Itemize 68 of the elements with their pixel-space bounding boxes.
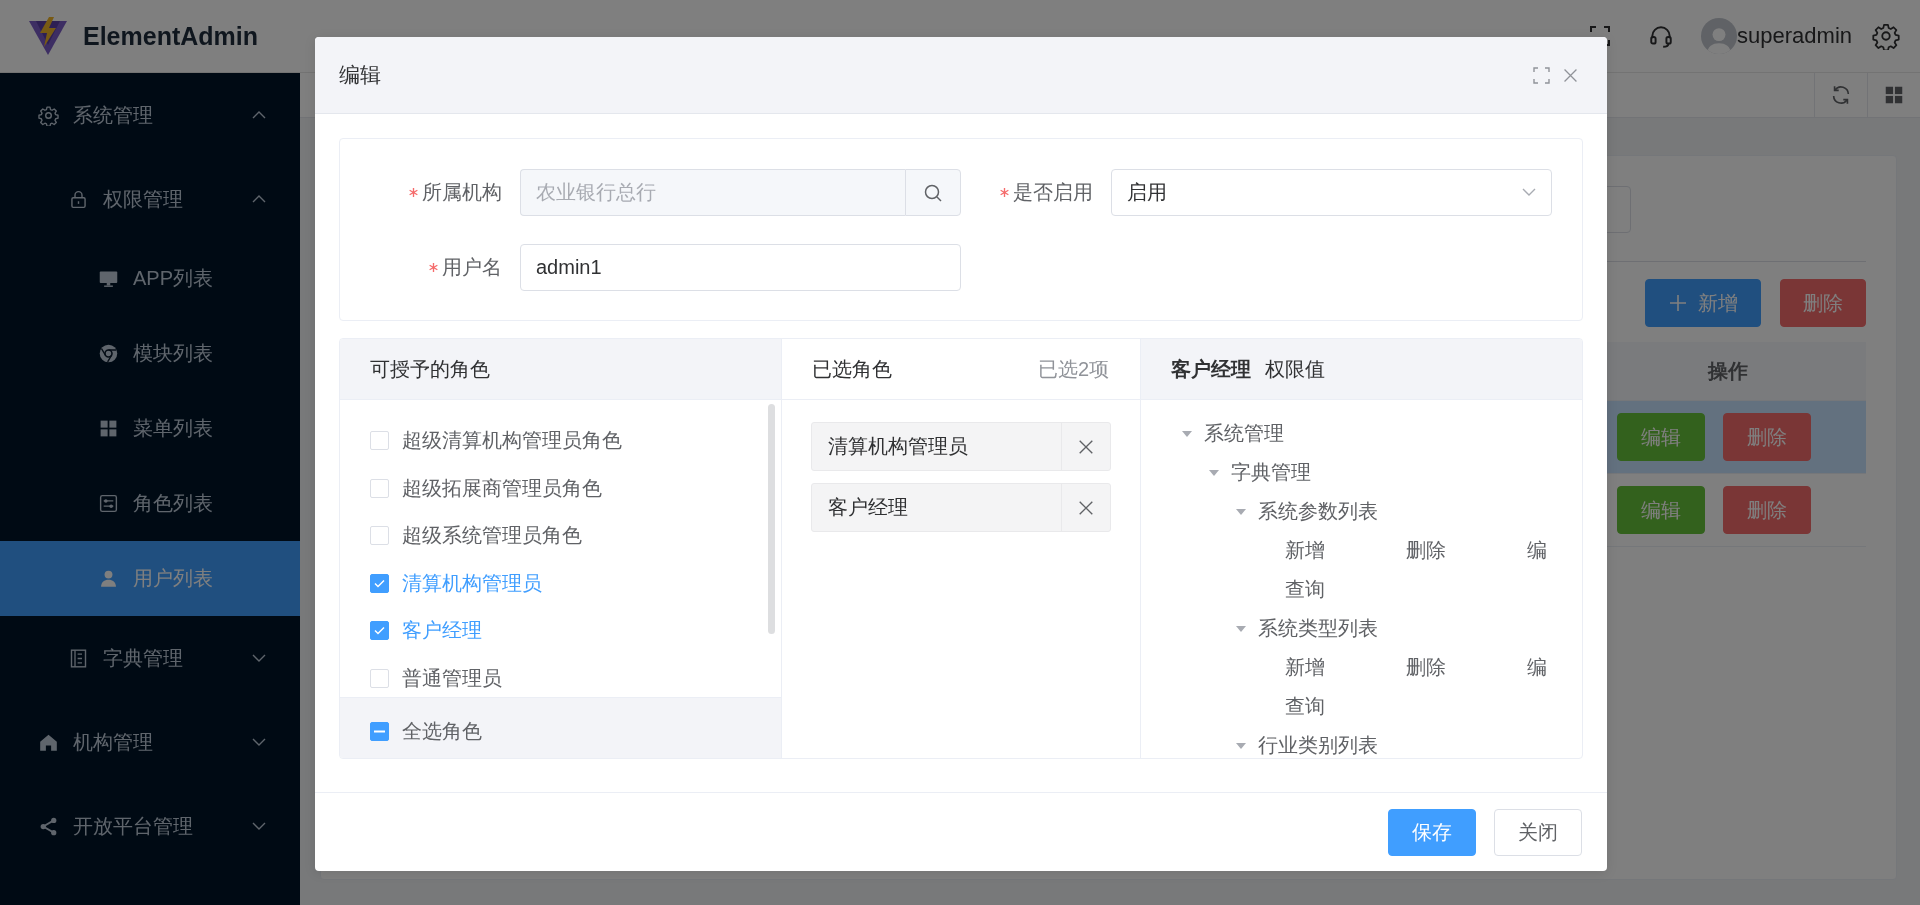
avatar[interactable] <box>1701 18 1738 54</box>
scrollbar[interactable] <box>768 404 775 634</box>
tree-node-label[interactable]: 系统类型列表 <box>1258 615 1378 642</box>
permission-label[interactable]: 编 <box>1527 648 1582 687</box>
search-button[interactable] <box>905 169 961 216</box>
lock-icon <box>68 188 89 210</box>
selected-count: 已选2项 <box>1037 356 1109 382</box>
sidebar-item[interactable]: 机构管理 <box>0 700 300 784</box>
input-field[interactable]: admin1 <box>520 244 961 291</box>
select-all-label[interactable]: 全选角色 <box>402 718 482 745</box>
minus-icon <box>374 730 385 733</box>
sidebar-item[interactable]: 开放平台管理 <box>0 784 300 868</box>
grid-icon <box>98 418 119 439</box>
sidebar-item[interactable]: 权限管理 <box>0 157 300 241</box>
tree-node-label[interactable]: 系统参数列表 <box>1258 498 1378 525</box>
sidebar-item[interactable]: 菜单列表 <box>0 391 300 466</box>
role-option[interactable]: 普通管理员 <box>402 664 502 692</box>
user-icon <box>1706 26 1733 54</box>
field-label: 用户名 <box>442 255 502 280</box>
tree-node-label[interactable]: 行业类别列表 <box>1258 732 1378 758</box>
role-name: 客户经理 <box>1171 356 1251 382</box>
panel-title: 已选角色 <box>812 356 892 382</box>
sidebar-item[interactable]: 字典管理 <box>0 616 300 700</box>
tree-node-label[interactable]: 系统管理 <box>1204 420 1284 447</box>
panel-title: 权限值 <box>1265 356 1325 382</box>
sliders-icon <box>98 493 119 514</box>
field-label: 所属机构 <box>422 180 502 205</box>
tree-node-label[interactable]: 字典管理 <box>1231 459 1311 486</box>
sidebar-item[interactable]: 系统管理 <box>0 73 300 157</box>
role-option[interactable]: 超级拓展商管理员角色 <box>402 474 602 502</box>
grid-icon <box>1883 84 1905 106</box>
permission-label[interactable]: 新增 <box>1285 648 1406 687</box>
tag-label: 客户经理 <box>827 495 909 520</box>
app-name: ElementAdmin <box>83 21 259 51</box>
plus-icon <box>1668 293 1688 313</box>
select-field[interactable]: 启用 <box>1111 169 1552 216</box>
permission-label[interactable]: 编 <box>1527 531 1582 570</box>
dialog-button[interactable]: 关闭 <box>1494 808 1582 856</box>
tag-label: 清算机构管理员 <box>827 434 969 459</box>
checkbox[interactable] <box>370 573 389 593</box>
headset-icon <box>1648 23 1675 49</box>
aperture-icon <box>98 343 119 364</box>
permission-label[interactable]: 删除 <box>1406 648 1527 687</box>
dialog-title: 编辑 <box>339 62 381 88</box>
sidebar-item[interactable]: 模块列表 <box>0 316 300 391</box>
user-icon <box>98 568 119 589</box>
settings-icon <box>1872 22 1900 50</box>
fullscreen-icon <box>1533 66 1550 84</box>
refresh-icon <box>1830 84 1852 106</box>
sidebar-item[interactable]: APP列表 <box>0 241 300 316</box>
search-icon <box>923 182 943 203</box>
logo-icon <box>27 15 69 57</box>
permission-label[interactable]: 查询 <box>1285 570 1406 609</box>
gear-icon <box>38 104 59 126</box>
permission-label[interactable]: 新增 <box>1285 531 1406 570</box>
checkbox[interactable] <box>370 621 389 641</box>
role-option[interactable]: 超级清算机构管理员角色 <box>402 427 622 455</box>
panel-title: 可授予的角色 <box>370 356 490 382</box>
role-option[interactable]: 超级系统管理员角色 <box>402 522 582 550</box>
sidebar-item[interactable]: 角色列表 <box>0 466 300 541</box>
permission-label[interactable]: 查询 <box>1285 687 1406 726</box>
field-label: 是否启用 <box>1013 180 1093 205</box>
checkbox[interactable] <box>370 722 389 741</box>
permission-label[interactable]: 删除 <box>1406 531 1527 570</box>
role-option[interactable]: 清算机构管理员 <box>402 569 542 597</box>
username: superadmin <box>1737 23 1852 49</box>
share-icon <box>38 815 59 837</box>
book-icon <box>68 647 89 669</box>
